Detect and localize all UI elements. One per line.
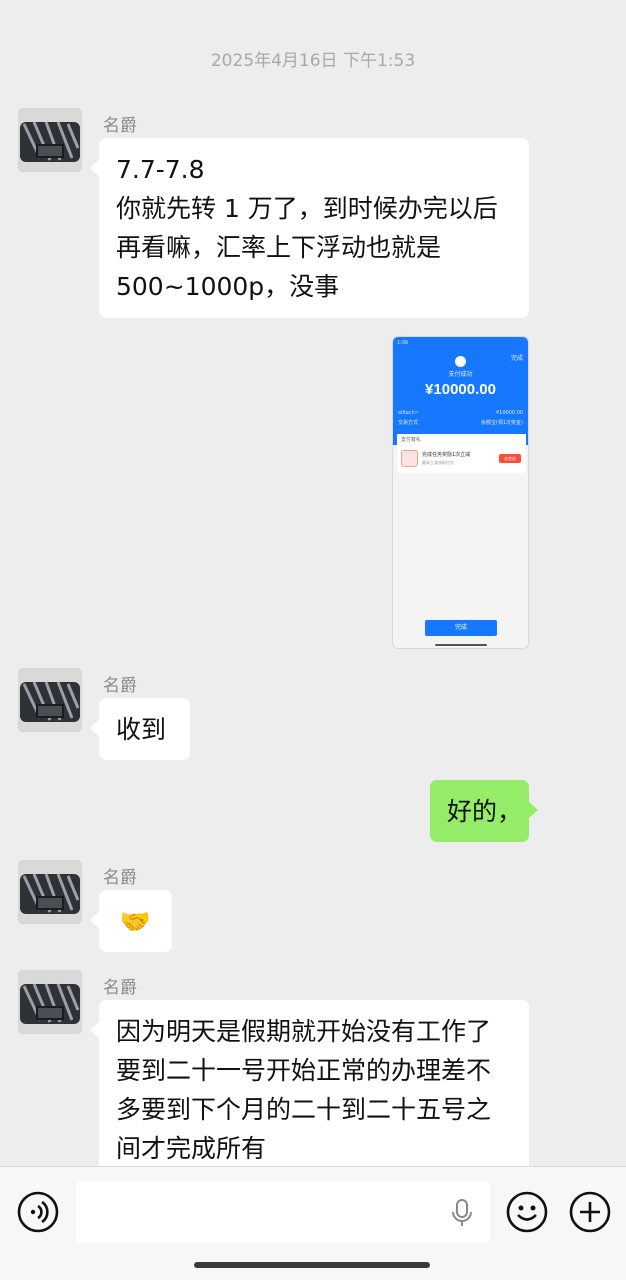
message-text: 间才完成所有 xyxy=(116,1134,267,1163)
payment-task-card: 完成任务奖励1次立减 最高立减领取红包 去完成 xyxy=(397,445,526,473)
payment-row: 交易方式 余额宝(领1次奖金) xyxy=(398,419,523,426)
message-text: 要到二十一号开始正常的办理差不 xyxy=(116,1056,492,1085)
payment-task-button: 去完成 xyxy=(499,454,521,463)
payment-gift-title: 支付有礼 xyxy=(397,434,526,445)
payment-home-bar xyxy=(435,644,487,646)
sender-name: 名爵 xyxy=(103,676,137,696)
payment-top-done: 完成 xyxy=(510,355,523,362)
home-indicator xyxy=(194,1262,430,1268)
emoji-icon[interactable] xyxy=(505,1190,549,1234)
voice-mode-icon[interactable] xyxy=(16,1190,60,1234)
sender-name: 名爵 xyxy=(103,116,137,136)
microphone-icon[interactable] xyxy=(450,1198,474,1228)
avatar[interactable] xyxy=(18,860,82,924)
message-bubble[interactable]: 收到 xyxy=(90,698,190,760)
message-text: 你就先转 1 万了，到时候办完以后 xyxy=(116,194,498,223)
message-text: 收到 xyxy=(116,715,167,744)
sender-name: 名爵 xyxy=(103,978,137,998)
gift-icon xyxy=(401,450,418,467)
sender-name: 名爵 xyxy=(103,868,137,888)
payment-amount: ¥10000.00 xyxy=(425,381,496,398)
payment-row: alitach~ ¥10000.00 xyxy=(398,410,523,416)
plus-icon[interactable] xyxy=(568,1190,612,1234)
message-text: 再看嘛，汇率上下浮动也就是 xyxy=(116,233,442,262)
payment-row-value: ¥10000.00 xyxy=(495,410,523,416)
payment-done-button: 完成 xyxy=(425,620,497,636)
payment-row-value: 余额宝(领1次奖金) xyxy=(480,420,523,426)
avatar[interactable] xyxy=(18,668,82,732)
message-bubble-outgoing[interactable]: 好的， xyxy=(430,780,538,842)
message-text: 多要到下个月的二十到二十五号之 xyxy=(116,1095,492,1124)
avatar[interactable] xyxy=(18,970,82,1034)
message-text: 因为明天是假期就开始没有工作了 xyxy=(116,1017,492,1046)
message-bubble[interactable]: 7.7-7.8 你就先转 1 万了，到时候办完以后 再看嘛，汇率上下浮动也就是 … xyxy=(90,138,529,318)
message-input[interactable] xyxy=(76,1181,490,1243)
message-text: 7.7-7.8 xyxy=(116,155,205,184)
avatar[interactable] xyxy=(18,108,82,172)
payment-logo-icon xyxy=(455,356,466,367)
payment-row-label: alitach~ xyxy=(398,410,419,416)
message-text: 500~1000p，没事 xyxy=(116,272,340,301)
payment-task-sub: 最高立减领取红包 xyxy=(422,460,454,465)
message-text: 好的， xyxy=(447,797,523,826)
message-bubble[interactable]: 🤝 xyxy=(90,890,172,952)
handshake-emoji: 🤝 xyxy=(119,907,152,936)
payment-status: 支付成功 xyxy=(448,371,473,378)
message-timestamp: 2025年4月16日 下午1:53 xyxy=(210,51,416,71)
payment-status-time: 1:06 xyxy=(397,340,409,346)
message-bubble[interactable]: 因为明天是假期就开始没有工作了 要到二十一号开始正常的办理差不 多要到下个月的二… xyxy=(90,1000,529,1180)
payment-screenshot-image[interactable]: 1:06 完成 支付成功 ¥10000.00 alitach~ ¥10000.0… xyxy=(392,336,529,649)
payment-row-label: 交易方式 xyxy=(398,420,419,426)
payment-task-text: 完成任务奖励1次立减 xyxy=(422,452,471,458)
